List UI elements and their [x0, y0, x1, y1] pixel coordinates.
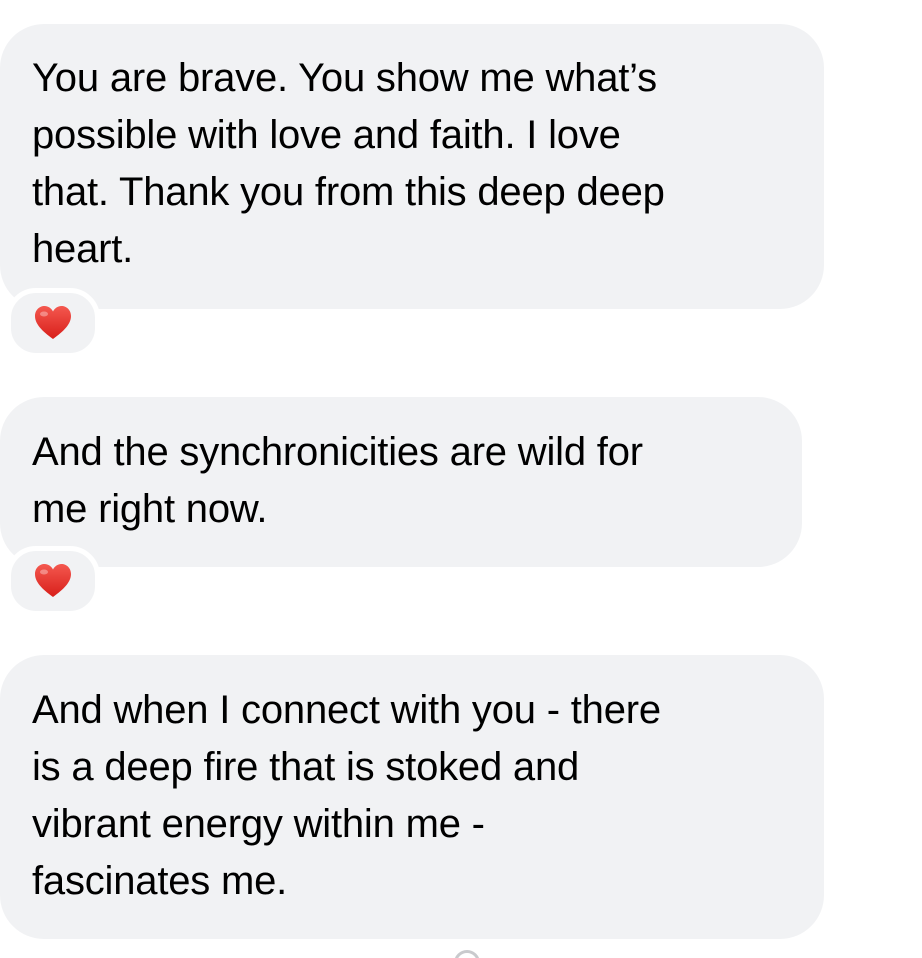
message-text: You are brave. You show me what’s possib… [32, 56, 665, 271]
message-bubble[interactable]: And the synchronicities are wild for me … [0, 397, 802, 567]
message-text: And the synchronicities are wild for me … [32, 430, 643, 531]
heart-reaction[interactable] [6, 546, 100, 616]
message-bubble[interactable]: You are brave. You show me what’s possib… [0, 24, 824, 309]
heart-reaction[interactable] [6, 288, 100, 358]
red-heart-icon [35, 564, 71, 597]
message-thread: You are brave. You show me what’s possib… [0, 0, 922, 958]
message-text: And when I connect with you - there is a… [32, 688, 661, 903]
message-bubble[interactable]: And when I connect with you - there is a… [0, 655, 824, 939]
partial-avatar-icon [454, 950, 480, 958]
red-heart-icon [35, 306, 71, 339]
